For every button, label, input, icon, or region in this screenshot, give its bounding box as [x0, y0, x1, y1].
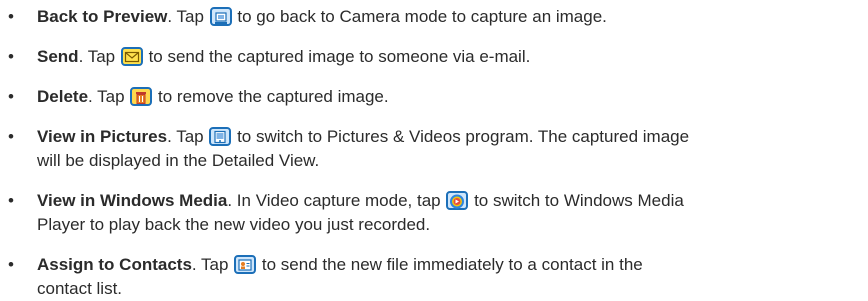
item-text-before: . Tap — [88, 87, 130, 106]
item-text-before: . In Video capture mode, tap — [227, 191, 446, 210]
item-text-after: to remove the captured image. — [153, 87, 389, 106]
item-term: View in Pictures — [37, 127, 168, 146]
contact-card-icon[interactable] — [234, 255, 257, 274]
list-item-view-in-windows-media: • View in Windows Media. In Video captur… — [0, 189, 868, 237]
item-text-before: . Tap — [167, 127, 209, 146]
bullet: • — [8, 127, 14, 146]
item-text-before: . Tap — [191, 255, 234, 274]
list-item-delete: • Delete. Tap to remove the captured ima… — [0, 85, 868, 109]
item-text-after: to switch to Pictures & Videos program. … — [232, 127, 690, 146]
windows-media-player-icon[interactable] — [446, 191, 469, 210]
item-text: Send. Tap to send the captured image to … — [37, 45, 847, 69]
bullet: • — [8, 255, 14, 274]
item-text-before: . Tap — [78, 47, 120, 66]
item-text: Delete. Tap to remove the captured image… — [37, 85, 847, 109]
bullet: • — [8, 87, 14, 106]
pictures-program-icon[interactable] — [209, 127, 232, 146]
list-item-back-to-preview: • Back to Preview. Tap to go back to Cam… — [0, 5, 868, 29]
item-text-after: to send the captured image to someone vi… — [143, 47, 531, 66]
item-term: Send — [37, 47, 79, 66]
bullet: • — [8, 191, 14, 210]
item-text-line2: Player to play back the new video you ju… — [37, 215, 431, 234]
email-envelope-icon[interactable] — [120, 47, 143, 66]
item-text-after: to go back to Camera mode to capture an … — [232, 7, 607, 26]
item-text-after: to send the new file immediately to a co… — [257, 255, 643, 274]
item-text: Assign to Contacts. Tap to send the new … — [37, 253, 847, 301]
item-text-before: . Tap — [167, 7, 209, 26]
item-term: View in Windows Media — [37, 191, 228, 210]
item-text: View in Windows Media. In Video capture … — [37, 189, 847, 237]
list-item-assign-to-contacts: • Assign to Contacts. Tap to send the ne… — [0, 253, 868, 301]
item-term: Back to Preview — [37, 7, 168, 26]
bullet: • — [8, 7, 14, 26]
item-text: View in Pictures. Tap to switch to Pictu… — [37, 125, 847, 173]
trash-can-icon[interactable] — [130, 87, 153, 106]
list-item-view-in-pictures: • View in Pictures. Tap to switch to Pic… — [0, 125, 868, 173]
item-term: Assign to Contacts — [37, 255, 192, 274]
list-item-send: • Send. Tap to send the captured image t… — [0, 45, 868, 69]
item-text-line2: will be displayed in the Detailed View. — [37, 151, 320, 170]
camera-preview-icon[interactable] — [209, 7, 232, 26]
bullet: • — [8, 47, 14, 66]
item-text: Back to Preview. Tap to go back to Camer… — [37, 5, 847, 29]
item-text-after: to switch to Windows Media — [469, 191, 684, 210]
item-text-line2: contact list. — [37, 279, 123, 298]
item-term: Delete — [37, 87, 89, 106]
feature-list: • Back to Preview. Tap to go back to Cam… — [0, 0, 868, 298]
